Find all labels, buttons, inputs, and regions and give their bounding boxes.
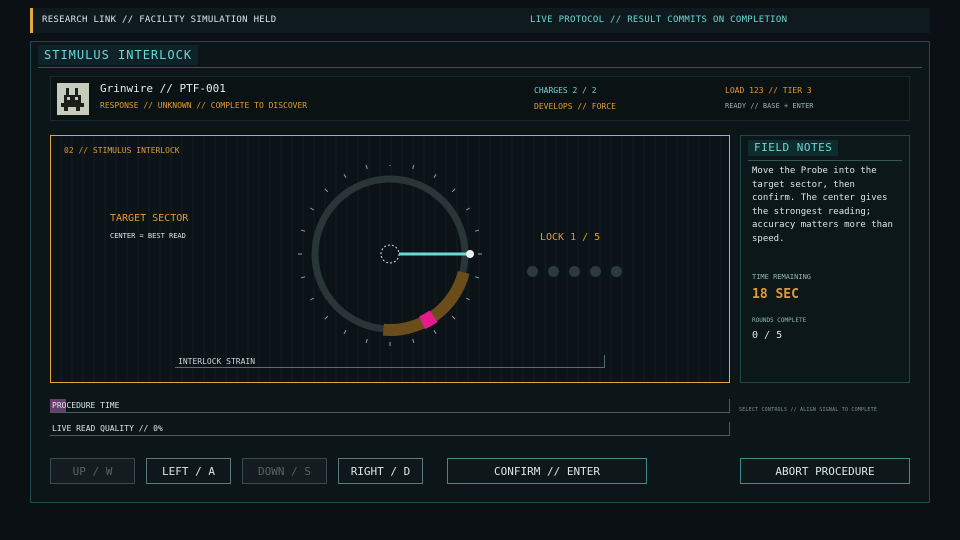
dial-tick bbox=[451, 315, 456, 320]
lock-counter: LOCK 1 / 5 bbox=[540, 232, 601, 243]
lock-indicator-dot bbox=[527, 266, 538, 277]
up-button[interactable]: UP / W bbox=[50, 458, 135, 484]
rounds-complete-label: ROUNDS COMPLETE bbox=[752, 317, 807, 324]
panel-title: STIMULUS INTERLOCK bbox=[38, 45, 199, 65]
down-button[interactable]: DOWN / S bbox=[242, 458, 327, 484]
dial-tick bbox=[433, 329, 437, 334]
specimen-avatar bbox=[57, 83, 89, 115]
specimen-name: Grinwire // PTF-001 bbox=[100, 82, 226, 95]
dial-tick bbox=[310, 297, 315, 301]
dial-tick bbox=[324, 188, 329, 193]
time-remaining-value: 18 SEC bbox=[752, 287, 799, 302]
dial-tick bbox=[365, 338, 368, 344]
target-sector-label: TARGET SECTOR bbox=[110, 213, 189, 224]
lock-indicator-dot bbox=[590, 266, 601, 277]
target-center-marker bbox=[419, 310, 438, 330]
dial-tick bbox=[300, 276, 306, 279]
panel-title-divider bbox=[38, 67, 922, 68]
rounds-complete-value: 0 / 5 bbox=[752, 330, 783, 341]
creature-icon bbox=[57, 83, 89, 115]
top-status-bar: RESEARCH LINK // FACILITY SIMULATION HEL… bbox=[30, 8, 930, 33]
lock-indicator-dot bbox=[569, 266, 580, 277]
protocol-status: LIVE PROTOCOL // RESULT COMMITS ON COMPL… bbox=[530, 15, 788, 25]
specimen-response: RESPONSE // UNKNOWN // COMPLETE TO DISCO… bbox=[100, 101, 308, 110]
read-quality-label: LIVE READ QUALITY // 0% bbox=[52, 424, 163, 433]
lock-indicators bbox=[527, 262, 632, 281]
procedure-time-label: PROCEDURE TIME bbox=[52, 401, 120, 410]
right-button[interactable]: RIGHT / D bbox=[338, 458, 423, 484]
dial-tick bbox=[474, 276, 480, 279]
dial-tick bbox=[412, 165, 415, 170]
dial-tick bbox=[474, 229, 480, 232]
ready-hint: READY // BASE + ENTER bbox=[725, 102, 814, 110]
dial-hub bbox=[380, 244, 400, 264]
dial-tick bbox=[365, 165, 368, 170]
arena-title: 02 // STIMULUS INTERLOCK bbox=[64, 146, 180, 155]
interlock-arena: 02 // STIMULUS INTERLOCK TARGET SECTOR C… bbox=[50, 135, 730, 383]
target-sector-hint: CENTER = BEST READ bbox=[110, 232, 186, 240]
load-readout: LOAD 123 // TIER 3 bbox=[725, 86, 812, 95]
dial-tick bbox=[433, 174, 437, 179]
dial-tick bbox=[310, 207, 315, 211]
read-quality-bar: LIVE READ QUALITY // 0% bbox=[50, 422, 730, 436]
lock-indicator-dot bbox=[548, 266, 559, 277]
field-notes-divider bbox=[748, 160, 902, 161]
charges-readout: CHARGES 2 / 2 bbox=[534, 86, 597, 95]
confirm-button[interactable]: CONFIRM // ENTER bbox=[447, 458, 647, 484]
abort-procedure-button[interactable]: ABORT PROCEDURE bbox=[740, 458, 910, 484]
dial-tick bbox=[343, 329, 347, 334]
develops-readout: DEVELOPS // FORCE bbox=[534, 102, 616, 111]
research-link-status: RESEARCH LINK // FACILITY SIMULATION HEL… bbox=[42, 15, 277, 25]
dial-tick bbox=[300, 229, 306, 232]
procedure-time-bar: PROCEDURE TIME bbox=[50, 399, 730, 413]
dial-tick bbox=[465, 207, 470, 211]
field-notes-title: FIELD NOTES bbox=[748, 140, 839, 156]
dial-tick bbox=[412, 338, 415, 344]
dial-tick bbox=[324, 315, 329, 320]
side-hint: SELECT CONTROLS // ALIGN SIGNAL TO COMPL… bbox=[739, 407, 878, 413]
interlock-strain-label: INTERLOCK STRAIN bbox=[178, 357, 256, 366]
dial-tick bbox=[343, 174, 347, 179]
field-notes-text: Move the Probe into the target sector, t… bbox=[752, 166, 893, 244]
left-button[interactable]: LEFT / A bbox=[146, 458, 231, 484]
probe-dial[interactable] bbox=[292, 165, 492, 365]
dial-tick bbox=[451, 188, 456, 193]
lock-indicator-dot bbox=[611, 266, 622, 277]
probe-tip[interactable] bbox=[466, 250, 474, 258]
dial-tick bbox=[465, 297, 470, 301]
time-remaining-label: TIME REMAINING bbox=[752, 273, 812, 281]
